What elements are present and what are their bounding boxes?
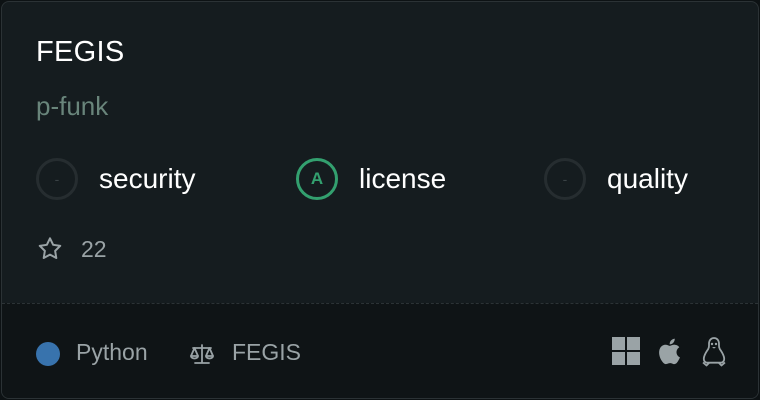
security-badge[interactable]: - security xyxy=(36,155,195,203)
quality-grade-circle: - xyxy=(544,158,586,200)
security-grade-circle: - xyxy=(36,158,78,200)
stars[interactable]: 22 xyxy=(36,235,107,263)
star-icon xyxy=(38,237,62,259)
star-count: 22 xyxy=(81,235,107,262)
license-badge[interactable]: A license xyxy=(296,155,446,203)
license-name: FEGIS xyxy=(232,339,302,365)
repo-owner[interactable]: p-funk xyxy=(36,91,108,122)
license-label: license xyxy=(359,163,447,194)
repo-card[interactable]: FEGIS p-funk - security A license - qual… xyxy=(1,1,759,399)
quality-label: quality xyxy=(607,163,688,194)
windows-icon xyxy=(612,337,640,365)
security-label: security xyxy=(99,163,196,194)
language-label: Python xyxy=(76,339,148,365)
language-color-dot xyxy=(36,342,60,366)
card-footer: Python FEGIS xyxy=(2,303,758,398)
scale-icon xyxy=(190,344,214,364)
repo-title[interactable]: FEGIS xyxy=(36,36,125,69)
quality-badge[interactable]: - quality xyxy=(544,155,688,203)
apple-icon xyxy=(659,338,680,365)
license-grade-circle: A xyxy=(296,158,338,200)
linux-icon xyxy=(702,337,726,367)
